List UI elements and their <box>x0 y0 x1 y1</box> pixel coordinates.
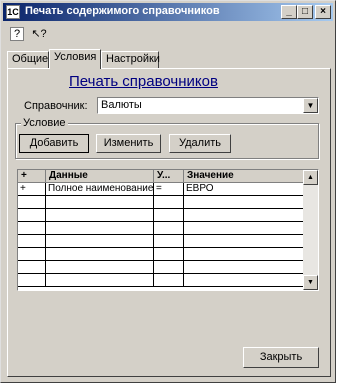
help-icon[interactable]: ? <box>10 27 24 41</box>
table-cell[interactable] <box>184 274 304 287</box>
window-title: Печать содержимого справочников <box>25 5 220 17</box>
table-cell[interactable] <box>18 235 46 248</box>
condition-group-label: Условие <box>21 117 68 129</box>
table-cell[interactable]: ЕВРО <box>184 183 304 196</box>
tab-conditions[interactable]: Условия <box>49 49 101 69</box>
table-cell[interactable] <box>18 261 46 274</box>
table-cell[interactable] <box>154 261 184 274</box>
scroll-up-icon[interactable]: ▲ <box>303 170 318 185</box>
edit-button[interactable]: Изменить <box>96 134 161 153</box>
table-cell[interactable]: Полное наименование <box>46 183 154 196</box>
table-cell[interactable] <box>18 248 46 261</box>
close-button[interactable]: Закрыть <box>243 347 319 368</box>
add-button[interactable]: Добавить <box>19 134 89 153</box>
maximize-button[interactable]: □ <box>297 5 313 19</box>
catalog-select[interactable]: Валюты ▼ <box>97 97 319 114</box>
column-header-value[interactable]: Значение <box>184 170 304 183</box>
table-cell[interactable]: + <box>18 183 46 196</box>
column-header-plus[interactable]: + <box>18 170 46 183</box>
table-cell[interactable] <box>46 209 154 222</box>
table-cell[interactable] <box>154 196 184 209</box>
tab-settings[interactable]: Настройки <box>101 51 160 68</box>
page-title: Печать справочников <box>69 73 218 90</box>
pointer-help-icon[interactable]: ↖? <box>29 26 49 42</box>
table-cell[interactable] <box>46 196 154 209</box>
table-cell[interactable] <box>18 222 46 235</box>
app-icon: 1С <box>6 5 20 19</box>
table-scrollbar[interactable]: ▲ ▼ <box>303 170 318 290</box>
table-cell[interactable] <box>46 235 154 248</box>
scroll-down-icon[interactable]: ▼ <box>303 275 318 290</box>
table-cell[interactable] <box>184 235 304 248</box>
table-cell[interactable] <box>154 248 184 261</box>
table-cell[interactable] <box>18 274 46 287</box>
table-cell[interactable] <box>18 196 46 209</box>
table-cell[interactable] <box>184 261 304 274</box>
dialog-window: 1С Печать содержимого справочников _ □ ×… <box>0 0 336 383</box>
conditions-table[interactable]: + Данные У... Значение + Полное наименов… <box>17 169 319 291</box>
table-cell[interactable] <box>184 196 304 209</box>
table-cell[interactable] <box>18 209 46 222</box>
table-cell[interactable] <box>154 235 184 248</box>
table-cell[interactable] <box>184 222 304 235</box>
table-cell[interactable] <box>46 222 154 235</box>
table-cell[interactable] <box>154 274 184 287</box>
table-cell[interactable] <box>184 248 304 261</box>
delete-button[interactable]: Удалить <box>169 134 231 153</box>
table-cell[interactable] <box>46 274 154 287</box>
catalog-label: Справочник: <box>24 100 88 112</box>
table-cell[interactable] <box>46 248 154 261</box>
table-cell[interactable] <box>184 209 304 222</box>
table-cell[interactable] <box>154 222 184 235</box>
table-cell[interactable]: = <box>154 183 184 196</box>
chevron-down-icon[interactable]: ▼ <box>303 98 318 113</box>
catalog-select-value: Валюты <box>101 99 142 111</box>
column-header-condition[interactable]: У... <box>154 170 184 183</box>
minimize-button[interactable]: _ <box>281 5 297 19</box>
column-header-data[interactable]: Данные <box>46 170 154 183</box>
title-bar[interactable]: 1С Печать содержимого справочников _ □ × <box>3 3 333 21</box>
table-cell[interactable] <box>154 209 184 222</box>
tab-general[interactable]: Общие <box>7 51 49 68</box>
table-cell[interactable] <box>46 261 154 274</box>
close-window-button[interactable]: × <box>315 5 331 19</box>
